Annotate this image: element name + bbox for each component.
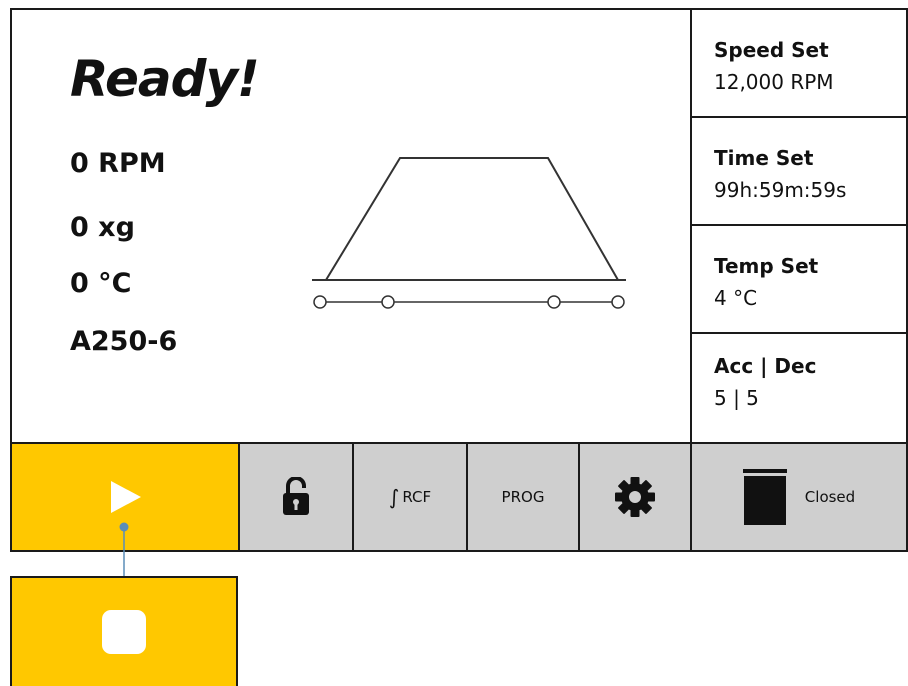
stop-icon	[102, 610, 146, 654]
stop-button[interactable]	[10, 576, 238, 686]
